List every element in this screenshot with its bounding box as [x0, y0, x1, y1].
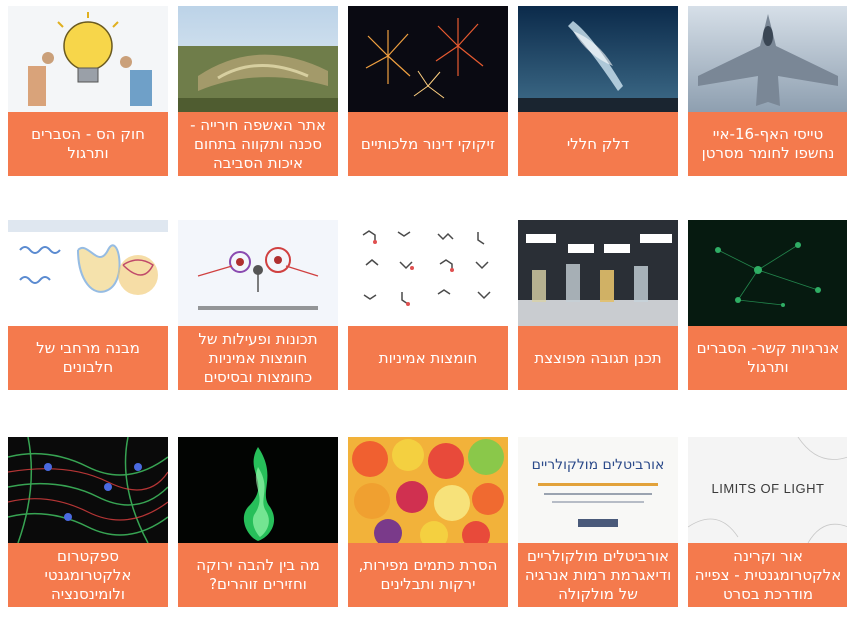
limits-of-light-image: LIMITS OF LIGHT	[688, 437, 847, 543]
card-title: אור וקרינה אלקטרומגנטית - צפייה מודרכת ב…	[688, 543, 847, 607]
card-stain-removal[interactable]: הסרת כתמים מפירות, ירקות ותבלינים	[348, 437, 508, 607]
card-explosive-reaction[interactable]: תכנן תגובה מפוצצת	[518, 220, 678, 390]
activity-grid: טייסי האף-16-איי נחשפו לחומר מסרטן דלק ח…	[0, 0, 847, 621]
fluorescent-cells-image	[8, 437, 168, 543]
rocket-launch-image	[518, 6, 678, 112]
card-fireworks[interactable]: זיקוקי דינור מלכותיים	[348, 6, 508, 176]
card-title: חומצות אמיניות	[348, 326, 508, 390]
card-bond-energies[interactable]: אנרגיות קשר- הסברים ותרגול	[688, 220, 847, 390]
orbitals-slide-image: אורביטלים מולקולריים	[518, 437, 678, 543]
fighter-jet-image	[688, 6, 847, 112]
card-title: אתר האשפה חירייה - סכנה ותקווה בתחום איכ…	[178, 112, 338, 176]
fruits-image	[348, 437, 508, 543]
lightbulb-cartoon-image	[8, 6, 168, 112]
amino-acid-structure-image	[178, 220, 338, 326]
card-amino-acids[interactable]: חומצות אמיניות	[348, 220, 508, 390]
card-protein-structure[interactable]: מבנה מרחבי של חלבונים	[8, 220, 168, 390]
landfill-hill-image	[178, 6, 338, 112]
thumb-caption-text: אורביטלים מולקולריים	[531, 457, 665, 473]
card-green-flame[interactable]: מה בין להבה ירוקה וחזירים זוהרים?	[178, 437, 338, 607]
card-em-spectrum[interactable]: ספקטרום אלקטרומגנטי ולומינסנציה	[8, 437, 168, 607]
card-hiriya-landfill[interactable]: אתר האשפה חירייה - סכנה ותקווה בתחום איכ…	[178, 6, 338, 176]
green-network-image	[688, 220, 847, 326]
card-title: מה בין להבה ירוקה וחזירים זוהרים?	[178, 543, 338, 607]
card-title: אורביטלים מולקולריים ודיאגרמת רמות אנרגי…	[518, 543, 678, 607]
card-title: דלק חללי	[518, 112, 678, 176]
card-molecular-orbitals[interactable]: אורביטלים מולקולריים אורביטלים מולקולריי…	[518, 437, 678, 607]
card-f16-pilots[interactable]: טייסי האף-16-איי נחשפו לחומר מסרטן	[688, 6, 847, 176]
card-amino-acid-properties[interactable]: תכונות ופעילות של חומצות אמיניות כחומצות…	[178, 220, 338, 390]
green-flame-image	[178, 437, 338, 543]
lab-flasks-image	[518, 220, 678, 326]
card-space-fuel[interactable]: דלק חללי	[518, 6, 678, 176]
card-title: תכונות ופעילות של חומצות אמיניות כחומצות…	[178, 326, 338, 390]
card-title: מבנה מרחבי של חלבונים	[8, 326, 168, 390]
card-title: הסרת כתמים מפירות, ירקות ותבלינים	[348, 543, 508, 607]
card-title: ספקטרום אלקטרומגנטי ולומינסנציה	[8, 543, 168, 607]
card-title: חוק הס - הסברים ותרגול	[8, 112, 168, 176]
card-title: טייסי האף-16-איי נחשפו לחומר מסרטן	[688, 112, 847, 176]
card-light-radiation[interactable]: LIMITS OF LIGHT אור וקרינה אלקטרומגנטית …	[688, 437, 847, 607]
card-hess-law[interactable]: חוק הס - הסברים ותרגול	[8, 6, 168, 176]
card-title: אנרגיות קשר- הסברים ותרגול	[688, 326, 847, 390]
protein-structure-image	[8, 220, 168, 326]
thumb-caption-text: LIMITS OF LIGHT	[711, 481, 825, 496]
card-title: תכנן תגובה מפוצצת	[518, 326, 678, 390]
amino-acid-molecules-image	[348, 220, 508, 326]
card-title: זיקוקי דינור מלכותיים	[348, 112, 508, 176]
fireworks-image	[348, 6, 508, 112]
